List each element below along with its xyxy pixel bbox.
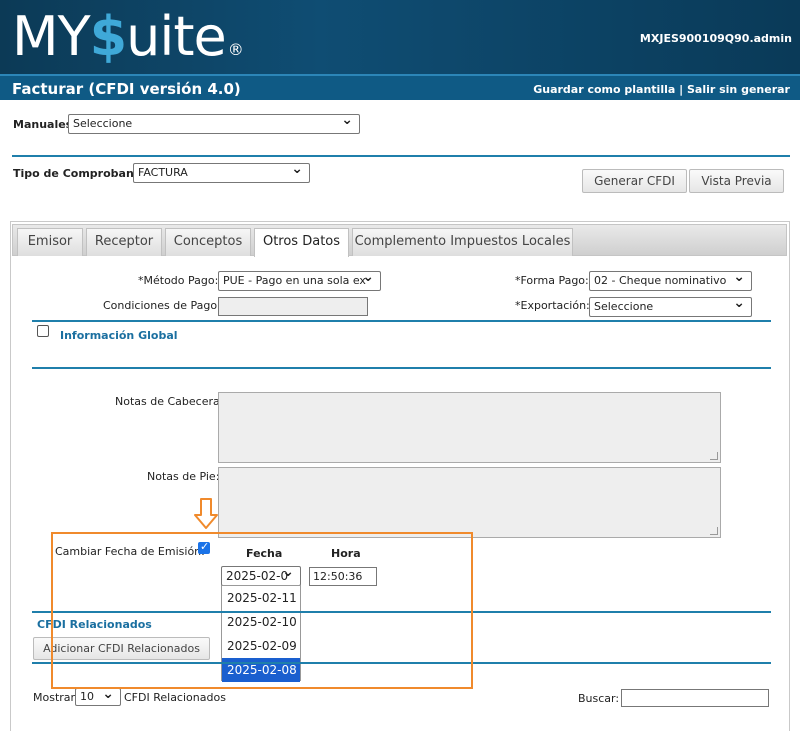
informacion-global-checkbox[interactable] bbox=[37, 325, 49, 337]
metodo-pago-select[interactable]: PUE - Pago en una sola ex bbox=[218, 271, 381, 291]
app-header: MY$uite ® MXJES900109Q90.admin bbox=[0, 0, 800, 74]
forma-pago-select[interactable]: 02 - Cheque nominativo bbox=[589, 271, 752, 291]
notas-pie-textarea[interactable] bbox=[218, 467, 721, 538]
down-arrow-icon bbox=[194, 498, 218, 529]
informacion-global-title[interactable]: Información Global bbox=[60, 329, 178, 342]
notas-pie-label: Notas de Pie: bbox=[147, 470, 220, 483]
title-links: Guardar como plantilla | Salir sin gener… bbox=[533, 83, 790, 96]
metodo-pago-label: *Método Pago: bbox=[138, 274, 219, 287]
buscar-input[interactable] bbox=[621, 689, 769, 707]
save-template-link[interactable]: Guardar como plantilla bbox=[533, 83, 675, 96]
user-account[interactable]: MXJES900109Q90.admin bbox=[640, 32, 792, 45]
exportacion-select[interactable]: Seleccione bbox=[589, 297, 752, 317]
manuales-select[interactable]: Seleccione bbox=[68, 114, 360, 134]
divider bbox=[32, 320, 771, 322]
divider bbox=[32, 367, 771, 369]
highlight-frame bbox=[51, 532, 473, 689]
condiciones-pago-input[interactable] bbox=[218, 297, 368, 316]
forma-pago-label: *Forma Pago: bbox=[515, 274, 589, 287]
link-separator: | bbox=[675, 83, 687, 96]
mysuite-logo: MY$uite ® bbox=[12, 5, 244, 68]
buscar-label: Buscar: bbox=[578, 692, 620, 705]
mostrar-select[interactable]: 10 bbox=[75, 688, 121, 706]
tab-receptor[interactable]: Receptor bbox=[86, 228, 162, 256]
divider bbox=[12, 155, 790, 157]
notas-cabecera-label: Notas de Cabecera: bbox=[115, 395, 224, 408]
vista-previa-button[interactable]: Vista Previa bbox=[689, 169, 784, 193]
tipo-comprobante-label: Tipo de Comprobante: bbox=[13, 167, 151, 180]
mostrar-suffix-label: CFDI Relacionados bbox=[124, 691, 226, 704]
tab-conceptos[interactable]: Conceptos bbox=[165, 228, 251, 256]
page-title: Facturar (CFDI versión 4.0) bbox=[12, 80, 241, 98]
tab-emisor[interactable]: Emisor bbox=[17, 228, 83, 256]
tab-complemento-impuestos-locales[interactable]: Complemento Impuestos Locales bbox=[352, 228, 573, 256]
title-bar: Facturar (CFDI versión 4.0) Guardar como… bbox=[0, 74, 800, 100]
notas-cabecera-textarea[interactable] bbox=[218, 392, 721, 463]
tipo-comprobante-select[interactable]: FACTURA bbox=[133, 163, 310, 183]
exportacion-label: *Exportación: bbox=[515, 299, 590, 312]
condiciones-pago-label: Condiciones de Pago: bbox=[103, 299, 221, 312]
mostrar-label: Mostrar bbox=[33, 691, 76, 704]
exit-without-generating-link[interactable]: Salir sin generar bbox=[687, 83, 790, 96]
tab-otros-datos[interactable]: Otros Datos bbox=[254, 228, 349, 257]
generar-cfdi-button[interactable]: Generar CFDI bbox=[582, 169, 687, 193]
